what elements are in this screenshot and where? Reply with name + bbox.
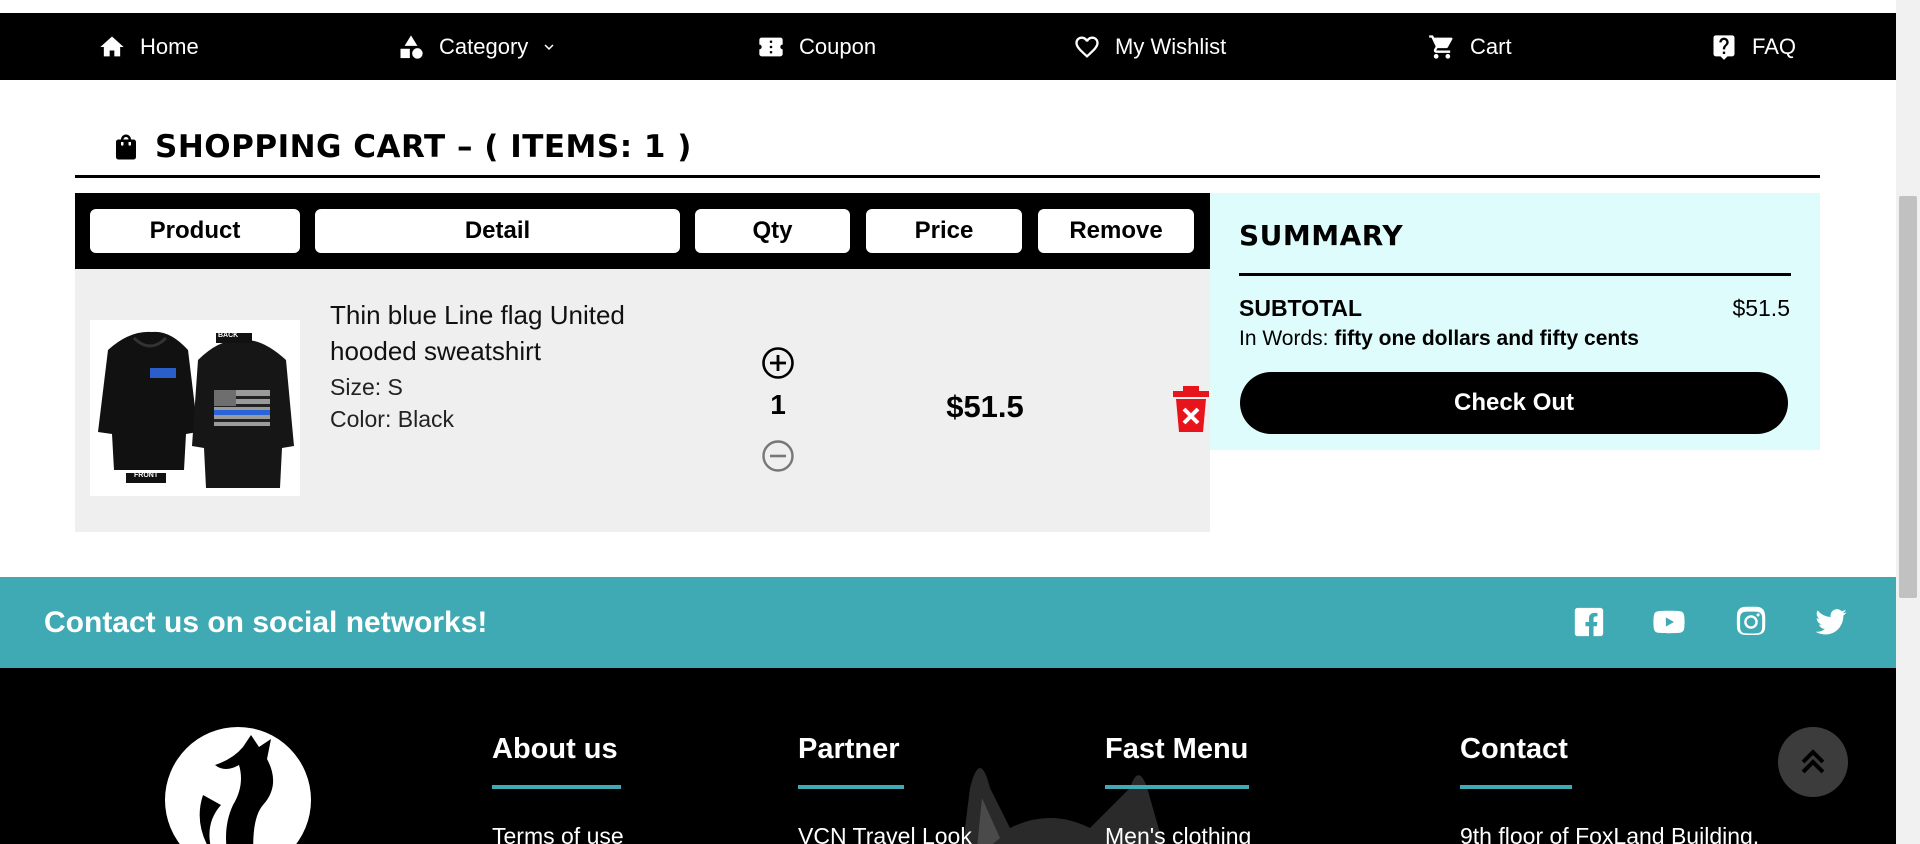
heart-icon <box>1075 36 1099 58</box>
twitter-icon[interactable] <box>1814 605 1848 639</box>
footer-underline <box>1105 785 1249 789</box>
product-image[interactable]: BACK FRONT <box>90 320 300 496</box>
cart-table-header: Product Detail Qty Price Remove <box>75 193 1210 269</box>
image-label-back: BACK <box>218 332 239 339</box>
summary-title: SUMMARY <box>1239 219 1404 252</box>
footer-title-fast-menu: Fast Menu <box>1105 733 1249 765</box>
cart-icon <box>1429 34 1453 59</box>
nav-wishlist[interactable]: My Wishlist <box>1073 13 1226 80</box>
in-words-label: In Words: <box>1239 327 1329 350</box>
question-icon <box>1713 34 1735 60</box>
cart-item-row: BACK FRONT Thin blue Line flag United ho… <box>75 269 1210 532</box>
qty-decrease-icon[interactable] <box>761 439 795 473</box>
home-icon <box>100 36 124 56</box>
column-header-detail: Detail <box>315 209 680 253</box>
footer-underline <box>1460 785 1572 789</box>
double-chevron-up-icon <box>1801 749 1825 774</box>
footer-link-partner[interactable]: VCN Travel Look <box>798 823 972 844</box>
nav-category[interactable]: Category <box>397 13 558 80</box>
fox-logo-icon[interactable] <box>163 725 313 844</box>
subtotal-label: SUBTOTAL <box>1239 295 1363 321</box>
instagram-icon[interactable] <box>1734 605 1768 639</box>
ticket-icon <box>759 37 783 56</box>
top-navbar: Home Category Coupon My Wishlist Cart FA… <box>0 13 1896 80</box>
shapes-icon <box>400 34 423 59</box>
subtotal-in-words: In Words: fifty one dollars and fifty ce… <box>1239 327 1639 351</box>
social-heading: Contact us on social networks! <box>44 605 488 639</box>
chevron-down-icon <box>544 43 554 50</box>
footer-link-terms[interactable]: Terms of use <box>492 823 624 844</box>
footer-underline <box>798 785 904 789</box>
subtotal-value: $51.5 <box>1732 295 1790 321</box>
footer-contact-address: 9th floor of FoxLand Building, <box>1460 823 1760 844</box>
qty-increase-icon[interactable] <box>761 346 795 380</box>
youtube-icon[interactable] <box>1652 605 1686 639</box>
product-size: Size: S <box>330 374 403 400</box>
nav-home-label: Home <box>140 33 199 59</box>
product-color: Color: Black <box>330 406 454 432</box>
shopping-bag-icon <box>116 134 136 159</box>
image-label-front: FRONT <box>134 472 159 479</box>
trash-remove-icon[interactable] <box>1171 386 1211 432</box>
nav-home[interactable]: Home <box>98 13 199 80</box>
cart-heading: SHOPPING CART – ( ITEMS: 1 ) <box>75 118 1820 178</box>
facebook-icon[interactable] <box>1572 605 1606 639</box>
nav-coupon-label: Coupon <box>799 33 877 59</box>
product-title[interactable]: Thin blue Line flag United hooded sweats… <box>330 297 660 369</box>
footer-title-about: About us <box>492 733 618 765</box>
nav-wishlist-label: My Wishlist <box>1115 33 1227 59</box>
nav-cart-label: Cart <box>1470 33 1512 59</box>
back-to-top-button[interactable] <box>1778 727 1848 797</box>
column-header-price: Price <box>866 209 1022 253</box>
qty-value: 1 <box>770 389 786 420</box>
social-bar: Contact us on social networks! <box>0 577 1896 668</box>
nav-faq-label: FAQ <box>1752 33 1797 59</box>
scrollbar-thumb[interactable] <box>1899 196 1917 598</box>
column-header-remove: Remove <box>1038 209 1194 253</box>
column-header-product: Product <box>90 209 300 253</box>
site-footer: About us Terms of use Partner VCN Travel… <box>0 668 1896 844</box>
nav-cart[interactable]: Cart <box>1428 13 1512 80</box>
footer-title-contact: Contact <box>1460 733 1568 765</box>
nav-faq[interactable]: FAQ <box>1710 13 1796 80</box>
checkout-button[interactable]: Check Out <box>1240 372 1788 434</box>
item-price: $51.5 <box>946 389 1024 424</box>
column-header-qty: Qty <box>695 209 850 253</box>
page-title: SHOPPING CART – ( ITEMS: 1 ) <box>155 128 692 165</box>
footer-title-partner: Partner <box>798 733 900 765</box>
nav-coupon[interactable]: Coupon <box>757 13 876 80</box>
nav-category-label: Category <box>439 33 529 59</box>
footer-underline <box>492 785 621 789</box>
footer-link-mens-clothing[interactable]: Men's clothing <box>1105 823 1251 844</box>
in-words-value: fifty one dollars and fifty cents <box>1334 327 1639 350</box>
summary-divider <box>1239 273 1791 276</box>
order-summary: SUMMARY SUBTOTAL $51.5 In Words: fifty o… <box>1210 193 1820 450</box>
